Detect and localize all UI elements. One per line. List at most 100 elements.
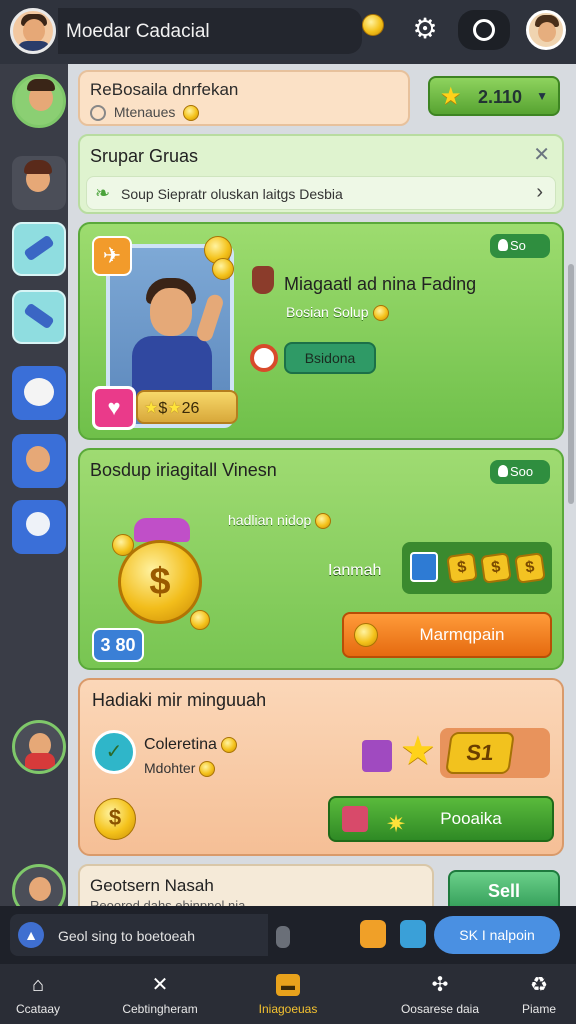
chat-bar: ▲ Geol sing to boetoeah SK I nalpoin (0, 906, 576, 964)
nav-inventory-label: Iniagoeuas (258, 1002, 318, 1016)
daily-title: Hadiaki mir minguuah (92, 690, 267, 710)
reward-count: 3 80 (92, 628, 144, 662)
reward-value: S1 (445, 732, 515, 774)
chevron-down-icon: ▼ (536, 89, 548, 103)
mic-icon[interactable] (276, 926, 290, 948)
leaf-icon: ❧ (95, 183, 111, 203)
reward-sub: hadlian nidop (228, 512, 332, 530)
stars-count: 26 (181, 400, 200, 417)
star-icon: ★ (400, 729, 436, 773)
nav-home-label: Ccataay (15, 1002, 61, 1016)
user-icon (473, 19, 495, 41)
rail-search[interactable] (12, 500, 66, 554)
gift-icon (410, 552, 438, 582)
coin-icon (112, 534, 134, 556)
soo-badge-text: Soo (510, 464, 534, 479)
coin-icon (212, 258, 234, 280)
nav-recycle[interactable]: ♻ Piame (506, 964, 572, 1024)
gear-icon[interactable]: ⚙ (410, 14, 440, 44)
nav-recycle-label: Piame (521, 1002, 556, 1016)
target-icon (250, 344, 278, 372)
mission-title: ReBosaila dnrfekan (90, 80, 239, 99)
dollar-badge-icon: $ (446, 552, 478, 584)
reward-value-box: S1 (440, 728, 550, 778)
reward-title: Bosdup iriagitall Vinesn (90, 460, 277, 480)
friends-button[interactable] (458, 10, 510, 50)
plane-icon: ✈ (92, 236, 132, 276)
coin-icon (362, 14, 384, 36)
mission-card[interactable]: ReBosaila dnrfekan Mtenaues (78, 70, 410, 126)
group-row-text: Soup Siepratr oluskan laitgs Desbia (121, 186, 343, 202)
star-icon: ★ (440, 83, 462, 110)
chat-input[interactable]: ▲ Geol sing to boetoeah (10, 914, 268, 956)
main-content: ReBosaila dnrfekan Mtenaues ★ 2.110 ▼ Sr… (68, 64, 576, 914)
chat-send-button[interactable]: SK I nalpoin (434, 916, 560, 954)
so-badge: So (490, 234, 550, 258)
dollar-badge-icon: $ (514, 552, 546, 584)
reward-label: Ianmah (328, 562, 382, 579)
sticker-icon[interactable] (400, 920, 426, 948)
trophy-icon (498, 239, 508, 251)
ticket-icon: ✓ (92, 730, 136, 774)
recycle-icon: ♻ (530, 974, 548, 996)
top-bar: Moedar Cadacial ⚙ (0, 0, 576, 64)
rail-tool-1[interactable] (12, 222, 66, 276)
rail-avatar-4[interactable] (12, 720, 66, 774)
featured-button[interactable]: Bsidona (284, 342, 376, 374)
rail-avatar-2[interactable] (12, 156, 66, 210)
nav-tools[interactable]: ✕ Cebtingheram (112, 964, 208, 1024)
rail-avatar-1[interactable] (12, 74, 66, 128)
coin-icon (315, 513, 332, 530)
mission-sub-text: Mtenaues (113, 104, 176, 120)
open-button[interactable]: ✷ Pooaika (328, 796, 554, 842)
star-value: 2.110 (478, 87, 523, 107)
group-card: Srupar Gruas ✕ ❧ Soup Siepratr oluskan l… (78, 134, 564, 214)
nav-puzzle-label: Oosarese daia (400, 1002, 480, 1016)
chat-placeholder: Geol sing to boetoeah (58, 928, 195, 944)
rail-avatar-3[interactable] (12, 434, 66, 488)
mission-sub: Mtenaues (90, 104, 200, 122)
reward-sub-text: hadlian nidop (228, 512, 312, 528)
title-pill: Moedar Cadacial (58, 8, 362, 54)
friend-avatar[interactable] (526, 10, 566, 50)
claim-button[interactable]: Marmqpain (342, 612, 552, 658)
gift-bow-icon (134, 518, 190, 542)
star-balance-button[interactable]: ★ 2.110 ▼ (428, 76, 560, 116)
nav-inventory[interactable]: ▬ Iniagoeuas (240, 964, 336, 1024)
gift-icon[interactable] (360, 920, 386, 948)
daily-line1: Coleretina (144, 736, 237, 754)
rail-tool-2[interactable] (12, 290, 66, 344)
daily-line2-text: Mdohter (144, 760, 196, 776)
nav-tools-label: Cebtingheram (122, 1002, 198, 1016)
profile-avatar[interactable] (10, 8, 56, 54)
avatar-face (538, 22, 556, 42)
rail-pet[interactable] (12, 366, 66, 420)
featured-sub: Bosian Solup (286, 304, 389, 322)
open-button-label: Pooaika (440, 809, 502, 828)
tools-icon: ✕ (151, 974, 169, 996)
daily-card: Hadiaki mir minguuah ✓ Coleretina Mdohte… (78, 678, 564, 856)
coin-icon (220, 736, 237, 753)
nav-puzzle[interactable]: ✣ Oosarese daia (390, 964, 490, 1024)
scrollbar[interactable] (568, 264, 574, 504)
nav-home[interactable]: ⌂ Ccataay (0, 964, 76, 1024)
heart-icon: ♥ (92, 386, 136, 430)
coin-icon (190, 610, 210, 630)
dollar-badge-icon: $ (480, 552, 512, 584)
avatar-face (23, 19, 45, 43)
daily-line2: Mdohter (144, 760, 216, 778)
sparkle-icon: ✷ (386, 811, 407, 838)
left-rail (0, 64, 70, 918)
puzzle-icon: ✣ (431, 974, 449, 996)
store-title: Geotsern Nasah (90, 876, 214, 895)
daily-line1-text: Coleretina (144, 736, 217, 753)
chest-icon: ▬ (276, 974, 300, 996)
close-icon[interactable]: ✕ (533, 142, 550, 167)
group-row[interactable]: ❧ Soup Siepratr oluskan laitgs Desbia › (86, 176, 556, 210)
app-title: Moedar Cadacial (66, 21, 210, 42)
coin-icon (199, 761, 216, 778)
trophy-icon (252, 266, 274, 294)
soo-badge: Soo (490, 460, 550, 484)
gift-icon (342, 806, 368, 832)
bottom-nav: ⌂ Ccataay ✕ Cebtingheram ▬ Iniagoeuas ✣ … (0, 964, 576, 1024)
